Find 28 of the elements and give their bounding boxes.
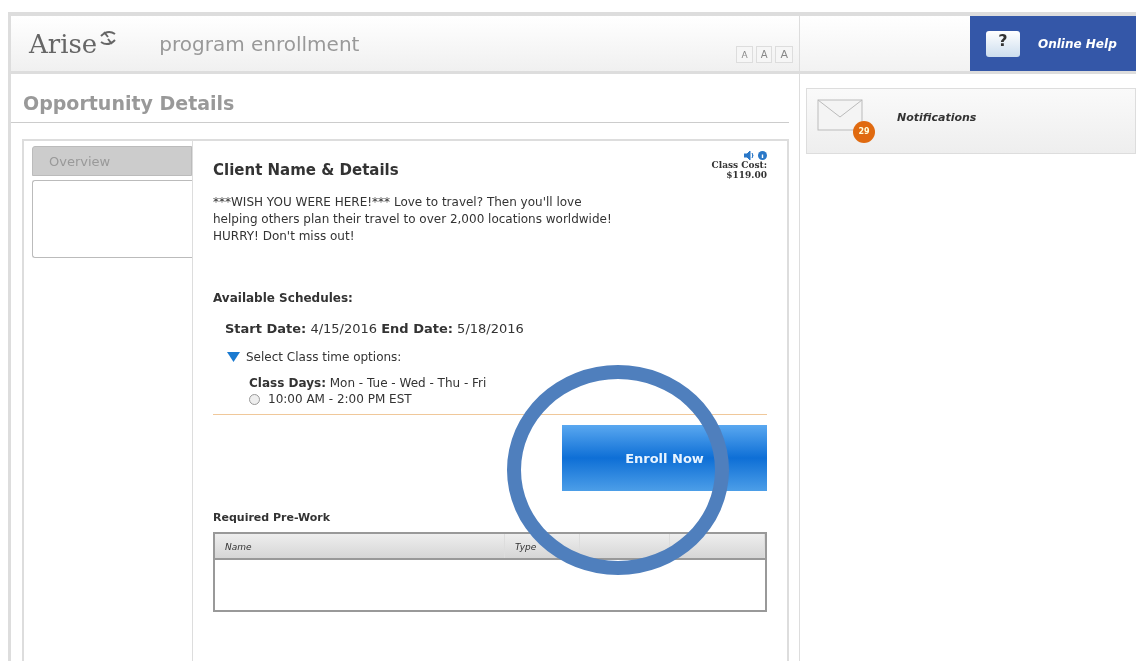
count-badge: 29 xyxy=(853,121,875,143)
schedule-dates: Start Date: 4/15/2016 End Date: 5/18/2016 xyxy=(225,321,525,336)
online-help-button[interactable]: ? Online Help xyxy=(970,16,1136,71)
logo: Arise xyxy=(29,28,98,59)
font-size-button[interactable]: A xyxy=(775,46,793,63)
notifications-panel[interactable]: 29 Notifications xyxy=(806,88,1136,154)
speaker-icon[interactable] xyxy=(744,151,755,160)
description: ***WISH YOU WERE HERE!*** Love to travel? Then you'll love helping others plan their travel to over 2,000 locations worldwide! HURRY! Don't miss out! xyxy=(213,194,613,245)
options-label: Select Class time options: xyxy=(246,350,402,364)
app-title: program enrollment xyxy=(159,31,360,56)
font-size-button[interactable]: A xyxy=(755,46,773,63)
cost-label: Class Cost: xyxy=(711,160,767,170)
help-bubble-icon: ? xyxy=(986,30,1020,57)
cost-value: $119.00 xyxy=(725,170,767,180)
card-title: Client Name & Details xyxy=(213,161,399,180)
triangle-icon[interactable] xyxy=(227,352,240,362)
font-size-button[interactable]: A xyxy=(736,46,753,63)
section-heading: Available Schedules: xyxy=(213,291,354,305)
column-header: Name xyxy=(215,534,505,558)
enroll-button[interactable]: Enroll Now xyxy=(562,425,767,491)
column-header: Type xyxy=(505,534,580,558)
section-heading: Required Pre-Work xyxy=(213,511,332,524)
radio-button[interactable] xyxy=(249,393,260,405)
class-days: Class Days: Mon - Tue - Wed - Thu - Fri xyxy=(249,376,767,390)
time-option: 10:00 AM - 2:00 PM EST xyxy=(268,392,412,406)
page-title: Opportunity Details xyxy=(11,74,789,123)
info-icon[interactable] xyxy=(758,151,767,160)
notifications-label: Notifications xyxy=(897,110,977,124)
